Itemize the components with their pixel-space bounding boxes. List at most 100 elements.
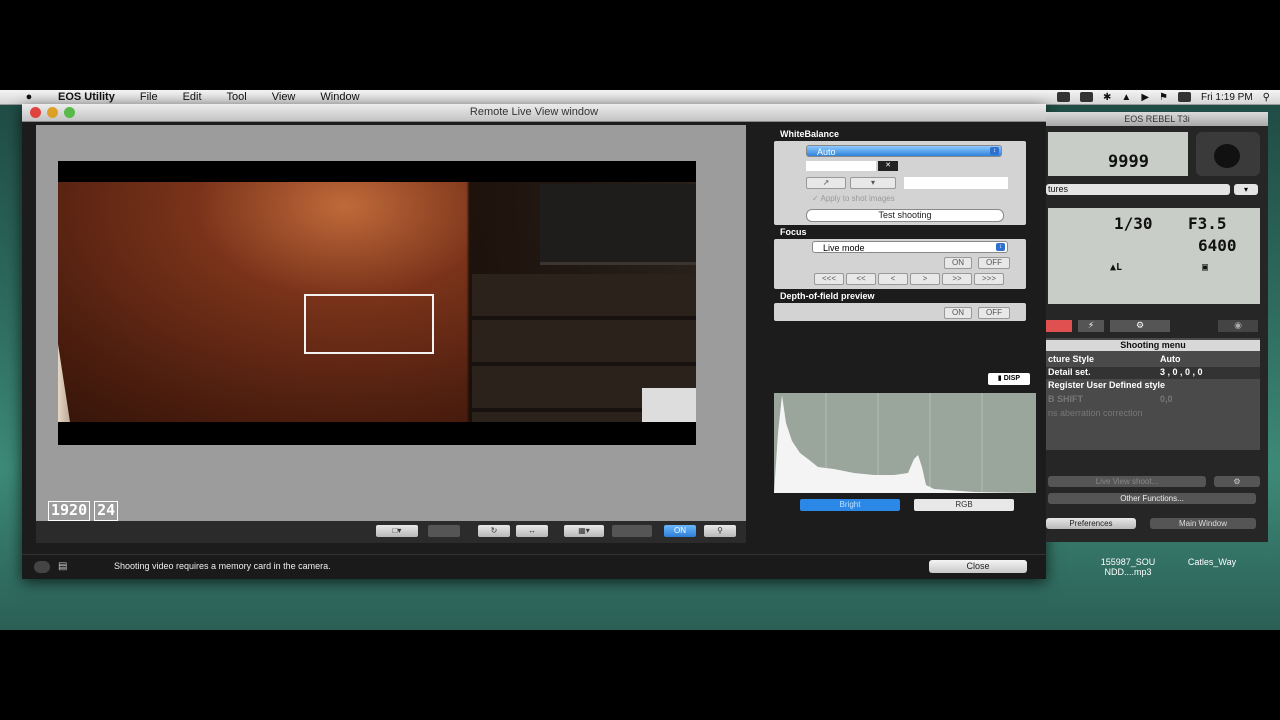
apply-label: Apply to shot images [820,194,895,203]
desktop-file-catles[interactable]: Catles_Way [1180,557,1244,567]
close-button[interactable]: Close [929,560,1027,573]
menu-row-key: B SHIFT [1048,394,1083,404]
focus-off-button[interactable]: OFF [978,257,1010,269]
shooting-tab-icon[interactable] [1046,320,1072,332]
dof-heading: Depth-of-field preview [780,291,875,301]
status-message: Shooting video requires a memory card in… [114,561,331,571]
af-frame[interactable] [304,294,434,354]
iso-value[interactable]: 6400 [1198,236,1237,255]
menu-row: ns aberration correction [1046,408,1260,420]
aspect-button[interactable]: □▾ [376,525,418,537]
settings-tab-icon[interactable]: ⚙ [1110,320,1170,332]
bluetooth-icon[interactable]: ✱ [1103,92,1111,103]
focus-step-button[interactable]: <<< [814,273,844,285]
live-view-settings-icon[interactable]: ⚙ [1214,476,1260,487]
live-view-shoot-button[interactable]: Live View shoot... [1048,476,1206,487]
focus-step-button[interactable]: >> [942,273,972,285]
wb-value-field[interactable] [904,177,1008,189]
select-arrows-icon: ↕ [996,243,1005,251]
mode-arrow-icon[interactable]: ▾ [1234,184,1258,195]
menu-row-value: 0,0 [1160,394,1173,404]
flag-icon[interactable]: ⚑ [1159,92,1168,103]
dial-knob-icon [1214,144,1240,168]
wb-select[interactable]: Auto ↕ [806,145,1002,157]
menu-window[interactable]: Window [320,91,359,103]
focus-step-button[interactable]: >>> [974,273,1004,285]
wb-reset-icon[interactable]: ✕ [878,161,898,171]
menu-app[interactable]: EOS Utility [58,91,115,103]
focus-on-button[interactable]: ON [944,257,972,269]
custom-tab-icon[interactable]: ◉ [1218,320,1258,332]
apply-checkbox[interactable]: ✓ Apply to shot images [812,194,895,203]
focus-mode-select[interactable]: Live mode ↕ [812,241,1008,253]
live-view-toolbar: □▾ ↻ ↔ ▦▾ ON ⚲ [36,521,746,543]
shots-remaining: 9999 [1108,152,1149,172]
wifi-icon[interactable]: ▲ [1121,92,1131,103]
eyedropper-icon[interactable]: ↗ [806,177,846,189]
flash-tab-icon[interactable]: ⚡ [1078,320,1104,332]
wb-shift-field[interactable] [806,161,876,171]
menu-row-key: Detail set. [1048,367,1091,377]
window-titlebar[interactable]: Remote Live View window [22,104,1046,122]
camera-title: EOS REBEL T3i [1046,112,1268,126]
movie-rec-size: 1920 24 [48,501,119,521]
test-shooting-button[interactable]: Test shooting [806,209,1004,222]
shots-lcd: 9999 [1048,132,1188,176]
battery-icon[interactable] [1177,92,1191,102]
clock[interactable]: Fri 1:19 PM [1201,92,1253,103]
script-icon[interactable] [1080,92,1094,102]
rgb-histogram-button[interactable]: RGB [914,499,1014,511]
status-bar: ▤ Shooting video requires a memory card … [22,554,1046,579]
file-label-line: NDD....mp3 [1104,567,1152,577]
menu-row-key: ns aberration correction [1048,408,1143,418]
menu-file[interactable]: File [140,91,158,103]
menu-row-key: Register User Defined style [1048,380,1166,390]
focus-step-button[interactable]: < [878,273,908,285]
disp-button[interactable]: ▮ DISP [988,373,1030,385]
dof-on-button[interactable]: ON [944,307,972,319]
flip-button[interactable]: ↔ [516,525,548,537]
wb-selected: Auto [817,147,836,157]
desktop-file-mp3[interactable]: 155987_SOU NDD....mp3 [1096,557,1160,577]
dof-off-button[interactable]: OFF [978,307,1010,319]
bright-histogram-button[interactable]: Bright [800,499,900,511]
on-button[interactable]: ON [664,525,696,537]
mode-dial[interactable] [1196,132,1260,176]
menu-row[interactable]: Register User Defined style [1046,380,1260,392]
rec-resolution: 1920 [48,501,91,521]
camera-status-icon[interactable] [1057,92,1071,102]
menu-edit[interactable]: Edit [183,91,202,103]
histogram [774,393,1036,493]
preferences-button[interactable]: Preferences [1046,518,1136,529]
live-view-scene-light [642,388,696,422]
shutter-speed[interactable]: 1/30 [1114,214,1153,233]
shooting-mode-select[interactable]: tures [1046,184,1230,195]
wb-mode-select[interactable]: ▾ [850,177,896,189]
focus-step-button[interactable]: > [910,273,940,285]
menu-view[interactable]: View [272,91,296,103]
menu-row[interactable]: Detail set. 3 , 0 , 0 , 0 [1046,367,1260,379]
drive-mode-icon[interactable]: ▣ [1202,262,1208,273]
menu-bar: ● EOS Utility File Edit Tool View Window… [0,90,1280,105]
rec-framerate: 24 [94,501,119,521]
apple-menu-icon[interactable]: ● [22,91,36,103]
disabled-option-button [612,525,652,537]
shooting-menu-title: Shooting menu [1046,340,1260,351]
rotate-button[interactable]: ↻ [478,525,510,537]
main-window-button[interactable]: Main Window [1150,518,1256,529]
volume-icon[interactable]: ▶ [1141,92,1149,103]
zoom-icon[interactable]: ⚲ [704,525,736,537]
menu-tool[interactable]: Tool [227,91,247,103]
menu-row-key: cture Style [1048,354,1095,364]
disabled-tool-button [428,525,460,537]
menu-row-value: Auto [1160,354,1181,364]
aperture[interactable]: F3.5 [1188,214,1227,233]
focus-step-button[interactable]: << [846,273,876,285]
other-functions-button[interactable]: Other Functions... [1048,493,1256,504]
wb-heading: WhiteBalance [780,129,840,139]
spotlight-icon[interactable]: ⚲ [1263,92,1270,103]
image-quality-icon[interactable]: ▲L [1110,262,1122,273]
live-view-scene-mirror [540,184,696,265]
grid-button[interactable]: ▦▾ [564,525,604,537]
menu-row[interactable]: cture Style Auto [1046,354,1260,366]
